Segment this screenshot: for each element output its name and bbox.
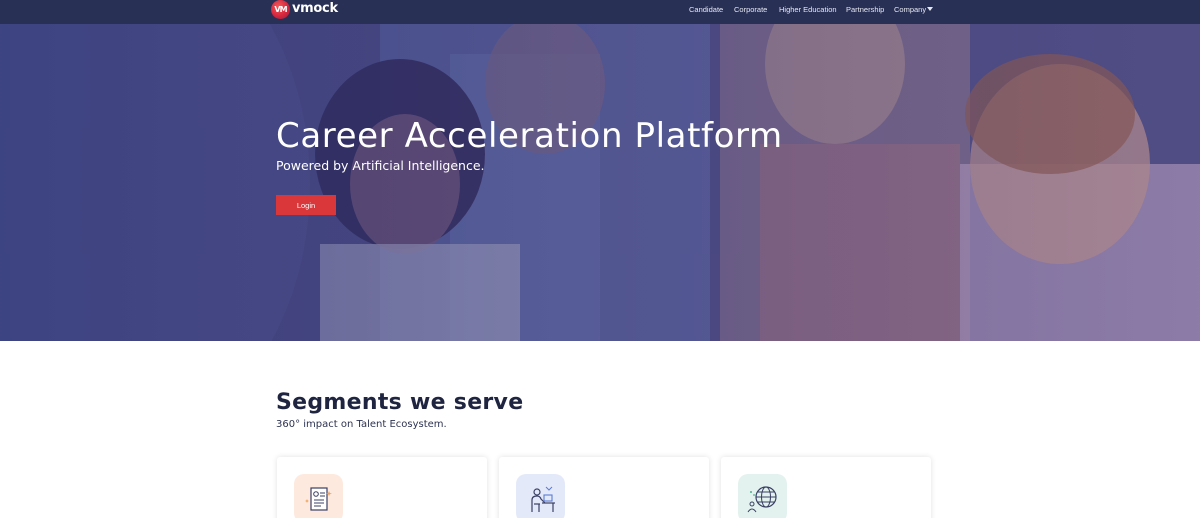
logo-mark-letters: VM	[274, 4, 287, 14]
hero-title: Career Acceleration Platform	[276, 116, 783, 156]
hero-overlay	[0, 24, 1200, 341]
nav-higher-education[interactable]: Higher Education	[779, 5, 837, 14]
globe-network-icon	[738, 474, 787, 518]
person-at-desk-icon	[516, 474, 565, 518]
segments-title: Segments we serve	[276, 390, 524, 415]
logo-wordmark: vmock	[292, 0, 338, 16]
nav-company[interactable]: Company	[894, 5, 926, 14]
segment-card-candidate[interactable]	[277, 457, 487, 518]
vmock-logo[interactable]: VM vmock	[271, 0, 338, 20]
segment-card-corporate[interactable]	[499, 457, 709, 518]
resume-document-icon	[294, 474, 343, 518]
top-navbar: VM vmock Candidate Corporate Higher Educ…	[0, 0, 1200, 24]
hero-subtitle: Powered by Artificial Intelligence.	[276, 158, 485, 173]
nav-corporate[interactable]: Corporate	[734, 5, 767, 14]
vmock-logo-mark-icon: VM	[271, 0, 290, 19]
segment-card-higher-education[interactable]	[721, 457, 931, 518]
segments-subtitle: 360° impact on Talent Ecosystem.	[276, 419, 447, 430]
caret-down-icon[interactable]	[927, 7, 933, 11]
nav-partnership[interactable]: Partnership	[846, 5, 884, 14]
nav-candidate[interactable]: Candidate	[689, 5, 723, 14]
hero-banner: Career Acceleration Platform Powered by …	[0, 24, 1200, 341]
login-button[interactable]: Login	[276, 195, 336, 215]
